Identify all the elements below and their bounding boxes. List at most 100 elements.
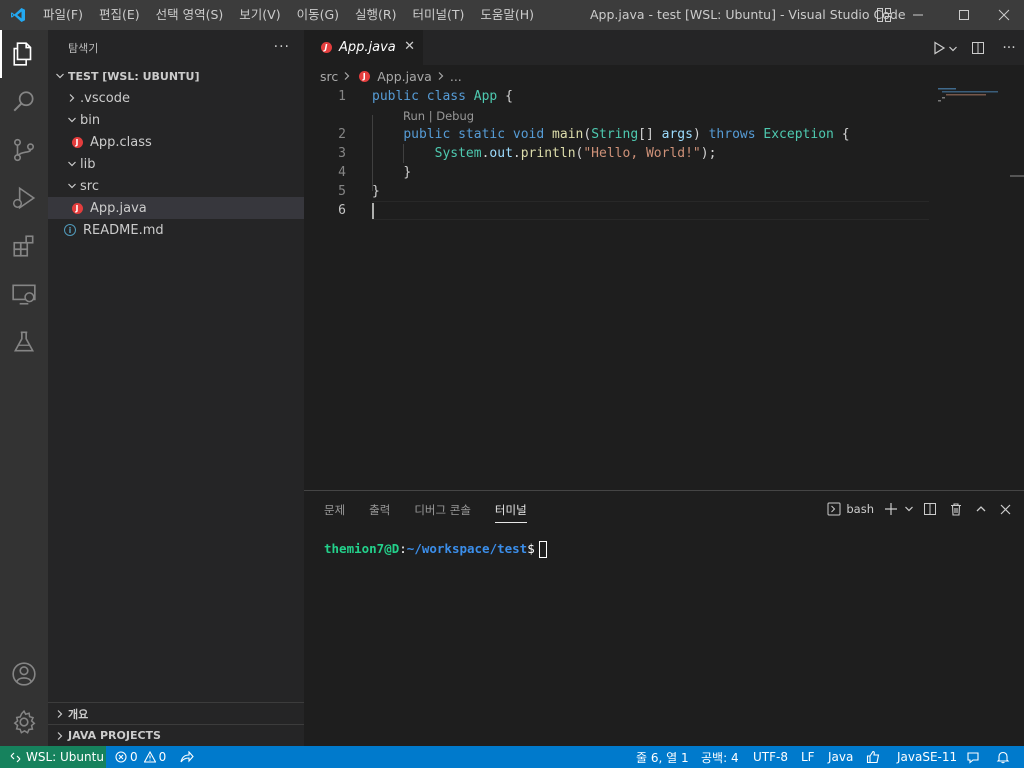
testing-flask-icon[interactable]	[0, 318, 48, 366]
menu-file[interactable]: 파일(F)	[35, 0, 91, 30]
code-token: Exception	[763, 127, 834, 142]
chevron-down-icon	[52, 71, 68, 81]
remote-explorer-icon[interactable]	[0, 270, 48, 318]
indentation[interactable]: 공백: 4	[701, 746, 739, 768]
code-token: }	[403, 165, 412, 180]
code-token: args	[661, 127, 693, 142]
java-projects-section-header[interactable]: JAVA PROJECTS	[48, 724, 304, 746]
close-panel-icon[interactable]	[994, 504, 1016, 515]
code-token: []	[638, 127, 662, 142]
code-token: );	[700, 146, 717, 161]
code-token: void	[512, 127, 545, 142]
menu-help[interactable]: 도움말(H)	[472, 0, 542, 30]
tab-terminal[interactable]: 터미널	[494, 501, 527, 523]
chevron-down-icon[interactable]	[902, 504, 916, 514]
chevron-right-icon	[64, 93, 80, 103]
problems-indicator[interactable]: 0 0	[115, 746, 166, 768]
menu-selection[interactable]: 선택 영역(S)	[148, 0, 232, 30]
new-terminal-icon[interactable]	[880, 502, 902, 516]
chevron-right-icon	[52, 731, 68, 741]
tree-file-readme[interactable]: i README.md	[48, 219, 304, 241]
chevron-right-icon	[52, 709, 68, 719]
code-token: )	[692, 127, 709, 142]
code-line: }	[372, 165, 411, 180]
bottom-panel: 문제 출력 디버그 콘솔 터미널 bash themion7@D:~/works…	[304, 490, 1024, 746]
tab-problems[interactable]: 문제	[324, 501, 345, 523]
tab-app-java[interactable]: J App.java ✕	[304, 30, 423, 65]
tree-label: App.java	[90, 200, 147, 216]
thumbs-up-icon[interactable]	[866, 746, 880, 768]
more-actions-icon[interactable]: ···	[274, 39, 290, 55]
line-number: 1	[338, 89, 346, 104]
prompt-user: themion7@D	[324, 541, 400, 556]
feedback-icon[interactable]	[966, 746, 980, 768]
remote-indicator[interactable]: WSL: Ubuntu	[0, 746, 106, 768]
tree-folder-lib[interactable]: lib	[48, 153, 304, 175]
line-number: 3	[338, 146, 346, 161]
chevron-down-icon	[64, 181, 80, 191]
run-debug-icon[interactable]	[0, 174, 48, 222]
search-icon[interactable]	[0, 78, 48, 126]
code-token: (	[583, 127, 592, 142]
terminal-output[interactable]: themion7@D:~/workspace/test$	[324, 541, 547, 558]
outline-section-header[interactable]: 개요	[48, 702, 304, 724]
code-token: println	[520, 146, 576, 161]
chevron-up-icon[interactable]	[968, 503, 994, 515]
explorer-files-icon[interactable]	[0, 30, 48, 78]
line-ending[interactable]: LF	[801, 746, 815, 768]
breadcrumb-item[interactable]: src	[320, 69, 338, 84]
code-token: static	[458, 127, 506, 142]
tab-label: App.java	[339, 40, 396, 55]
code-token: {	[841, 127, 850, 142]
notifications-bell-icon[interactable]	[996, 746, 1010, 768]
source-control-icon[interactable]	[0, 126, 48, 174]
breadcrumb-item[interactable]: App.java	[377, 69, 432, 84]
tab-output[interactable]: 출력	[369, 501, 390, 523]
menu-view[interactable]: 보기(V)	[231, 0, 288, 30]
minimap[interactable]	[934, 87, 1014, 490]
live-share-icon[interactable]	[180, 746, 194, 768]
warning-icon	[143, 751, 156, 763]
cursor-position[interactable]: 줄 6, 열 1	[636, 746, 689, 768]
code-editor[interactable]: 1 2 3 4 5 6 public class App { Run | Deb…	[304, 87, 1024, 490]
menu-edit[interactable]: 편집(E)	[91, 0, 148, 30]
close-window-button[interactable]	[984, 0, 1024, 30]
editor-tab-bar: J App.java ✕ ···	[304, 30, 1024, 65]
manage-gear-icon[interactable]	[0, 698, 48, 746]
codelens-run-debug[interactable]: Run | Debug	[403, 109, 474, 123]
split-terminal-icon[interactable]	[916, 502, 944, 516]
title-bar: 파일(F) 편집(E) 선택 영역(S) 보기(V) 이동(G) 실행(R) 터…	[0, 0, 1024, 30]
code-token: public	[403, 127, 451, 142]
breadcrumb: src J App.java ...	[304, 65, 1024, 87]
encoding[interactable]: UTF-8	[753, 746, 788, 768]
java-version[interactable]: JavaSE-11	[897, 746, 957, 768]
language-mode[interactable]: Java	[828, 746, 853, 768]
tree-folder-bin[interactable]: bin	[48, 109, 304, 131]
tree-folder-vscode[interactable]: .vscode	[48, 87, 304, 109]
tree-file-app-java[interactable]: J App.java	[48, 197, 304, 219]
menu-terminal[interactable]: 터미널(T)	[405, 0, 473, 30]
chevron-right-icon	[437, 69, 445, 84]
minimize-button[interactable]	[898, 0, 938, 30]
terminal-select[interactable]: bash	[827, 502, 874, 516]
run-icon[interactable]	[928, 40, 962, 55]
error-icon	[115, 751, 127, 763]
menu-run[interactable]: 실행(R)	[347, 0, 404, 30]
workspace-section-header[interactable]: TEST [WSL: UBUNTU]	[48, 65, 304, 87]
tree-label: lib	[80, 156, 96, 172]
warning-count: 0	[158, 750, 167, 764]
account-icon[interactable]	[0, 650, 48, 698]
code-token: .	[512, 146, 521, 161]
java-file-icon: J	[69, 134, 85, 150]
breadcrumb-item[interactable]: ...	[450, 69, 462, 84]
menu-go[interactable]: 이동(G)	[289, 0, 347, 30]
tab-debug-console[interactable]: 디버그 콘솔	[414, 501, 471, 523]
trash-icon[interactable]	[944, 502, 968, 516]
maximize-button[interactable]	[944, 0, 984, 30]
tree-folder-src[interactable]: src	[48, 175, 304, 197]
split-editor-icon[interactable]	[962, 41, 994, 55]
close-tab-icon[interactable]: ✕	[404, 39, 415, 54]
extensions-icon[interactable]	[0, 222, 48, 270]
more-actions-icon[interactable]: ···	[994, 40, 1024, 56]
tree-file-app-class[interactable]: J App.class	[48, 131, 304, 153]
